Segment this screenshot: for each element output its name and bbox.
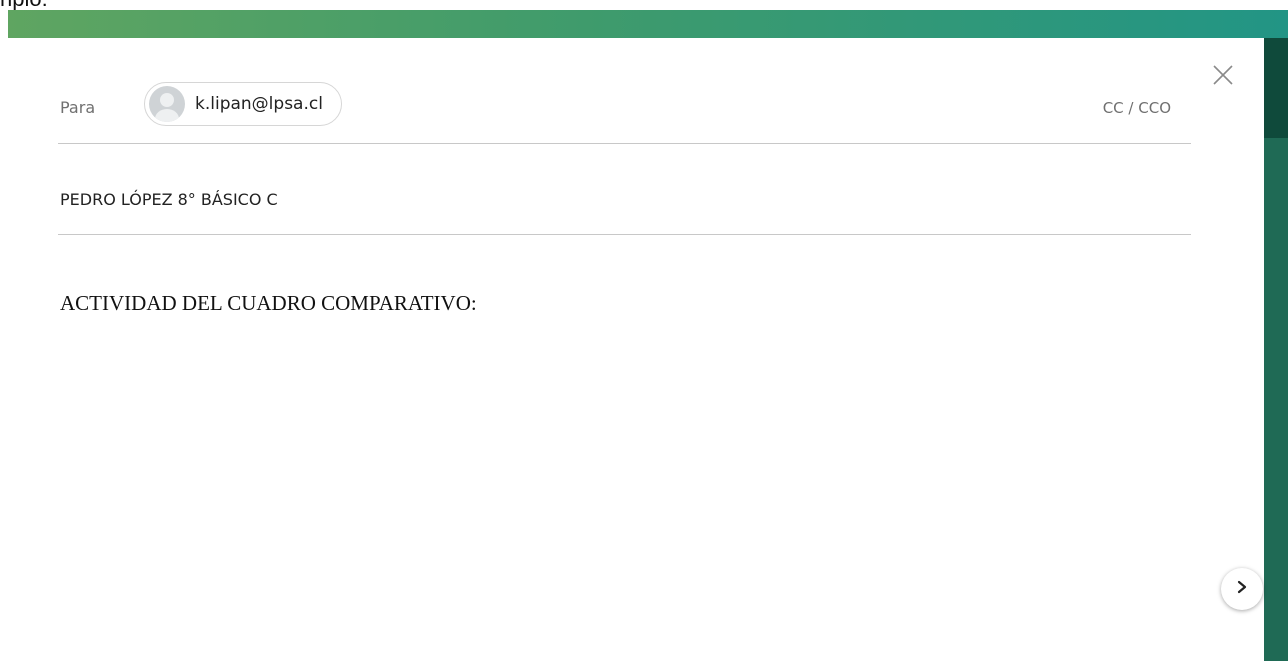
side-panel-strip <box>1264 38 1288 661</box>
message-body-text: ACTIVIDAD DEL CUADRO COMPARATIVO: <box>60 291 477 315</box>
chevron-right-icon <box>1235 580 1249 599</box>
to-field-row[interactable]: Para k.lipan@lpsa.cl CC / CCO <box>58 80 1191 144</box>
subject-input[interactable]: PEDRO LÓPEZ 8° BÁSICO C <box>60 190 278 209</box>
subject-field-row[interactable]: PEDRO LÓPEZ 8° BÁSICO C <box>58 144 1191 235</box>
compose-header-bar <box>8 10 1288 38</box>
next-button[interactable] <box>1221 568 1263 610</box>
to-label: Para <box>60 98 96 117</box>
message-body-editor[interactable]: ACTIVIDAD DEL CUADRO COMPARATIVO: <box>58 235 1191 655</box>
side-panel-strip-top <box>1264 38 1288 138</box>
partial-instruction-text: nplo: <box>0 0 48 10</box>
recipient-chip[interactable]: k.lipan@lpsa.cl <box>144 82 342 126</box>
cc-bcc-link[interactable]: CC / CCO <box>1103 99 1171 117</box>
person-avatar-icon <box>149 86 185 122</box>
close-icon[interactable] <box>1210 62 1236 88</box>
recipient-email: k.lipan@lpsa.cl <box>195 94 323 114</box>
